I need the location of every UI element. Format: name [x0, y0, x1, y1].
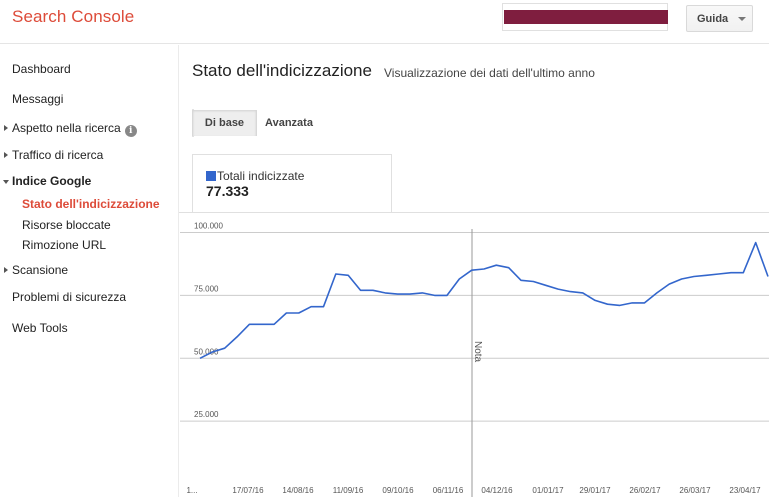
x-tick-label: 11/09/16 [333, 486, 364, 495]
series-line [199, 241, 769, 360]
sidebar-item-messaggi[interactable]: Messaggi [12, 92, 63, 106]
sidebar-item-scansione[interactable]: Scansione [12, 263, 68, 277]
annotation-label: Nota [472, 341, 483, 363]
x-tick-label: 17/07/16 [232, 486, 264, 495]
sidebar-item-label: Aspetto nella ricerca [12, 121, 121, 135]
tab-label: Avanzata [265, 117, 313, 129]
help-button[interactable]: Guida [686, 5, 753, 32]
view-toggle: Di base Avanzata [192, 109, 313, 137]
page-subtitle: Visualizzazione dei dati dell'ultimo ann… [384, 66, 595, 80]
top-bar: Search Console Guida [0, 0, 769, 44]
chevron-down-icon [738, 17, 746, 21]
sidebar-item-stato-indicizzazione[interactable]: Stato dell'indicizzazione [22, 197, 160, 211]
y-tick-label: 100.000 [194, 222, 223, 231]
sidebar-item-traffico-di-ricerca[interactable]: Traffico di ricerca [12, 148, 103, 162]
x-tick-label: 29/01/17 [579, 486, 611, 495]
legend-card[interactable]: Totali indicizzate 77.333 [192, 154, 392, 212]
page-title: Stato dell'indicizzazione [192, 61, 372, 80]
x-tick-label: 1... [186, 486, 197, 495]
tab-avanzata[interactable]: Avanzata [257, 110, 321, 136]
sidebar-item-risorse-bloccate[interactable]: Risorse bloccate [22, 218, 111, 232]
sidebar-item-aspetto-nella-ricerca[interactable]: Aspetto nella ricerca i [12, 121, 137, 137]
x-tick-label: 06/11/16 [433, 486, 464, 495]
tab-di-base[interactable]: Di base [193, 110, 257, 136]
tab-label: Di base [204, 117, 245, 129]
info-icon[interactable]: i [124, 125, 137, 137]
y-tick-label: 75.000 [194, 284, 219, 293]
y-tick-label: 25.000 [194, 410, 219, 419]
x-tick-label: 23/04/17 [729, 486, 761, 495]
site-selector-redacted [504, 10, 668, 24]
sidebar-item-dashboard[interactable]: Dashboard [12, 62, 71, 76]
sidebar-item-indice-google[interactable]: Indice Google [12, 174, 91, 188]
legend-value: 77.333 [206, 183, 249, 199]
chevron-right-icon [4, 152, 8, 158]
x-tick-label: 01/01/17 [532, 486, 564, 495]
x-tick-label: 26/02/17 [629, 486, 661, 495]
sidebar-item-problemi-di-sicurezza[interactable]: Problemi di sicurezza [12, 290, 126, 304]
index-status-chart[interactable]: 25.00050.00075.000100.0001... 17/07/16 14/… [180, 213, 769, 497]
chevron-right-icon [4, 125, 8, 131]
help-button-label: Guida [697, 13, 729, 25]
sidebar-item-rimozione-url[interactable]: Rimozione URL [22, 238, 106, 252]
sidebar-item-web-tools[interactable]: Web Tools [12, 321, 68, 335]
legend-swatch [206, 171, 216, 181]
x-tick-label: 26/03/17 [679, 486, 711, 495]
x-tick-label: 04/12/16 [481, 486, 513, 495]
x-tick-label: 14/08/16 [282, 486, 314, 495]
legend-label: Totali indicizzate [217, 169, 305, 183]
sidebar: Dashboard Messaggi Aspetto nella ricerca… [0, 45, 179, 497]
chevron-down-icon [3, 180, 9, 184]
search-console-logo[interactable]: Search Console [12, 7, 134, 27]
site-selector[interactable] [502, 3, 668, 31]
chevron-right-icon [4, 267, 8, 273]
x-tick-label: 09/10/16 [382, 486, 414, 495]
